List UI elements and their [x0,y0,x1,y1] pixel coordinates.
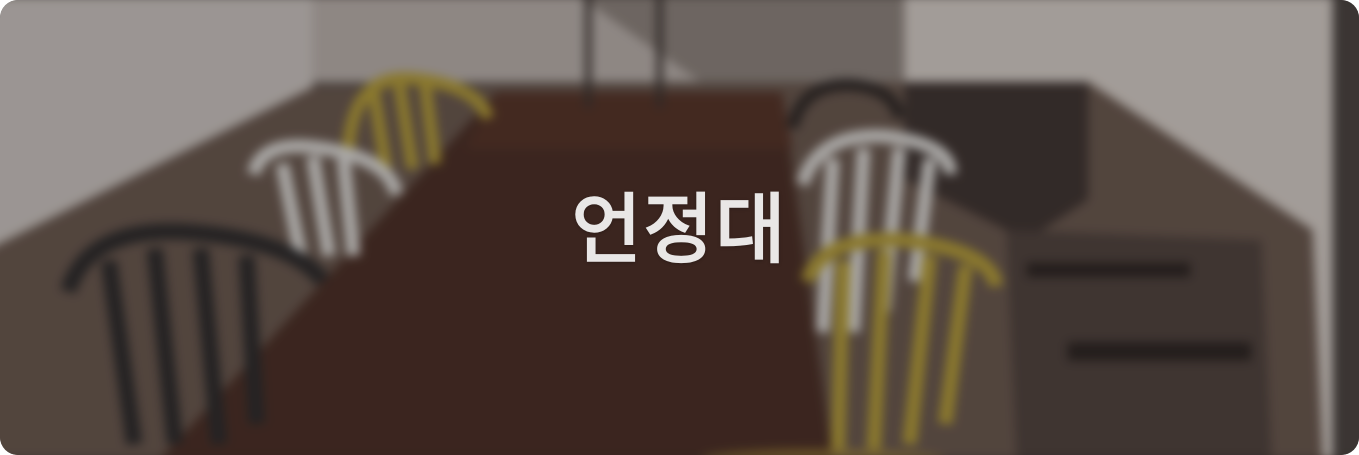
banner-title: 언정대 [571,184,788,274]
hero-banner[interactable]: 언정대 [0,0,1359,455]
title-container: 언정대 [0,0,1359,455]
